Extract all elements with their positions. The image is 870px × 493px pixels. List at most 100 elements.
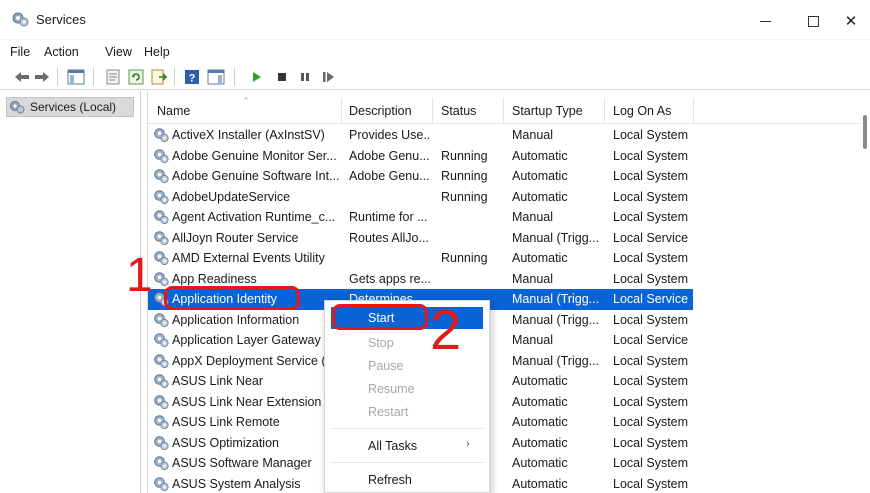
context-menu-separator <box>331 428 483 429</box>
forward-button[interactable] <box>34 67 50 87</box>
service-startup-type: Manual (Trigg... <box>512 292 600 306</box>
service-startup-type: Automatic <box>512 456 568 470</box>
toolbar: ? <box>0 64 870 90</box>
service-log-on-as: Local Service <box>613 230 689 245</box>
console-tree-icon <box>67 69 85 85</box>
column-divider[interactable] <box>604 98 605 124</box>
menu-help[interactable]: Help <box>144 45 170 59</box>
menu-view[interactable]: View <box>105 45 132 59</box>
service-startup-type: Automatic <box>512 189 568 204</box>
service-log-on-as: Local System <box>613 394 689 409</box>
services-gear-icon <box>12 12 29 27</box>
scrollbar-thumb[interactable] <box>863 115 867 149</box>
minimize-button[interactable] <box>742 6 788 36</box>
service-name: Agent Activation Runtime_c... <box>172 210 336 224</box>
service-name: AdobeUpdateService <box>172 189 291 204</box>
service-startup-type: Automatic <box>512 374 568 388</box>
back-button[interactable] <box>14 67 30 87</box>
table-row[interactable]: AMD External Events Utility Running Automa… <box>148 248 693 269</box>
close-icon: ✕ <box>844 13 858 30</box>
service-name: ASUS Optimization <box>172 435 279 450</box>
close-button[interactable]: ✕ <box>828 6 870 36</box>
table-row[interactable]: Adobe Genuine Monitor Ser... Adobe Genu..… <box>148 146 693 167</box>
table-row[interactable]: AdobeUpdateService Running Automatic Local … <box>148 187 693 208</box>
service-log-on-as: Local System <box>613 476 689 491</box>
service-gear-icon <box>154 169 169 184</box>
help-icon: ? <box>185 70 199 85</box>
service-status: Running <box>441 169 488 183</box>
service-description: Adobe Genu... <box>349 148 430 163</box>
column-header-description[interactable]: Description <box>349 104 412 118</box>
service-name: ASUS Link Remote <box>172 415 280 429</box>
service-startup-type: Manual (Trigg... <box>512 312 600 327</box>
service-startup-type: Automatic <box>512 148 568 163</box>
column-divider[interactable] <box>432 98 433 124</box>
service-gear-icon <box>154 374 169 389</box>
tree-item-services-local[interactable]: Services (Local) <box>6 97 134 117</box>
console-tree: Services (Local) <box>0 91 141 493</box>
context-menu-restart[interactable]: Restart <box>331 401 483 423</box>
service-description: Provides Use... <box>349 128 431 142</box>
table-row[interactable]: Agent Activation Runtime_c... Runtime for… <box>148 207 693 228</box>
table-row[interactable]: Adobe Genuine Software Int... Adobe Genu.… <box>148 166 693 187</box>
service-log-on-as: Local System <box>613 415 689 429</box>
service-gear-icon <box>154 251 169 266</box>
properties-icon <box>106 69 120 85</box>
column-header-startup-type[interactable]: Startup Type <box>512 104 583 118</box>
action-pane-icon <box>207 69 225 85</box>
stop-service-button[interactable] <box>275 67 289 87</box>
service-gear-icon <box>154 435 169 450</box>
service-log-on-as: Local System <box>613 271 689 286</box>
service-gear-icon <box>154 210 169 225</box>
title-bar: Services ✕ <box>0 0 870 40</box>
table-row[interactable]: ActiveX Installer (AxInstSV) Provides Use… <box>148 125 693 146</box>
properties-button[interactable] <box>104 67 122 87</box>
column-divider[interactable] <box>341 98 342 124</box>
service-log-on-as: Local System <box>613 374 689 388</box>
service-startup-type: Automatic <box>512 415 568 429</box>
context-menu-separator <box>331 462 483 463</box>
service-description: Gets apps re... <box>349 271 431 286</box>
services-gear-icon <box>10 101 25 114</box>
service-gear-icon <box>154 230 169 245</box>
toolbar-separator <box>93 68 94 86</box>
service-gear-icon <box>154 394 169 409</box>
show-action-pane-button[interactable] <box>206 67 226 87</box>
service-name: ASUS Link Near Extension <box>172 394 322 409</box>
column-header-name[interactable]: Name <box>157 104 190 118</box>
restart-service-button[interactable] <box>320 67 336 87</box>
context-menu-all-tasks[interactable]: All Tasks <box>331 435 483 457</box>
menu-action[interactable]: Action <box>44 45 79 59</box>
column-header-status[interactable]: Status <box>441 104 476 118</box>
service-name: Adobe Genuine Software Int... <box>172 169 340 183</box>
menu-file[interactable]: File <box>10 45 30 59</box>
show-console-tree-button[interactable] <box>66 67 86 87</box>
vertical-scrollbar[interactable] <box>860 91 870 493</box>
service-startup-type: Automatic <box>512 394 568 409</box>
start-service-button[interactable] <box>250 67 264 87</box>
column-divider[interactable] <box>693 98 694 124</box>
service-name: Application Information <box>172 312 300 327</box>
refresh-toolbar-button[interactable] <box>127 67 145 87</box>
service-startup-type: Manual <box>512 210 553 224</box>
toolbar-separator <box>174 68 175 86</box>
column-divider[interactable] <box>503 98 504 124</box>
column-header-log-on-as[interactable]: Log On As <box>613 104 671 118</box>
service-startup-type: Manual <box>512 333 553 347</box>
service-gear-icon <box>154 333 169 348</box>
service-status: Running <box>441 251 488 265</box>
annotation-step-2: 2 <box>430 298 462 361</box>
service-status: Running <box>441 189 488 204</box>
table-row[interactable]: AllJoyn Router Service Routes AllJo... Man… <box>148 228 693 249</box>
service-gear-icon <box>154 128 169 143</box>
service-name: App Readiness <box>172 271 257 286</box>
export-list-button[interactable] <box>150 67 168 87</box>
service-gear-icon <box>154 271 169 286</box>
service-description: Adobe Genu... <box>349 169 430 183</box>
context-menu-refresh[interactable]: Refresh <box>331 469 483 491</box>
context-menu-resume[interactable]: Resume <box>331 378 483 400</box>
tree-item-label: Services (Local) <box>30 100 117 114</box>
pause-service-button[interactable] <box>298 67 312 87</box>
service-name: ActiveX Installer (AxInstSV) <box>172 128 325 142</box>
help-button[interactable]: ? <box>183 67 201 87</box>
